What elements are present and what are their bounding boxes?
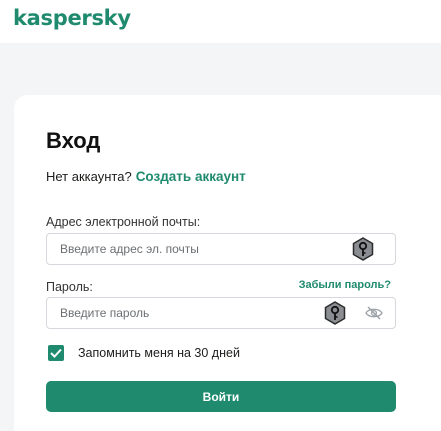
- top-bar: kaspersky: [0, 0, 441, 43]
- no-account-row: Нет аккаунта? Создать аккаунт: [46, 169, 246, 184]
- eye-slash-icon[interactable]: [365, 306, 383, 320]
- create-account-link[interactable]: Создать аккаунт: [136, 169, 246, 184]
- email-label: Адрес электронной почты:: [46, 215, 201, 229]
- checkmark-icon: [50, 348, 62, 358]
- password-label: Пароль:: [46, 280, 93, 294]
- password-field[interactable]: [60, 298, 330, 328]
- email-field[interactable]: [60, 234, 330, 264]
- forgot-password-link[interactable]: Забыли пароль?: [299, 279, 391, 291]
- login-button[interactable]: Войти: [46, 381, 396, 412]
- email-field-container: [46, 233, 396, 265]
- no-account-text: Нет аккаунта?: [46, 169, 132, 184]
- page-title: Вход: [46, 128, 101, 153]
- remember-me-row[interactable]: Запомнить меня на 30 дней: [48, 344, 240, 362]
- password-manager-key-icon[interactable]: [323, 301, 347, 325]
- kaspersky-logo[interactable]: kaspersky: [13, 6, 131, 30]
- password-manager-key-icon[interactable]: [351, 237, 375, 261]
- remember-me-checkbox[interactable]: [48, 345, 64, 361]
- remember-me-label: Запомнить меня на 30 дней: [78, 346, 240, 360]
- password-field-container: [46, 297, 396, 329]
